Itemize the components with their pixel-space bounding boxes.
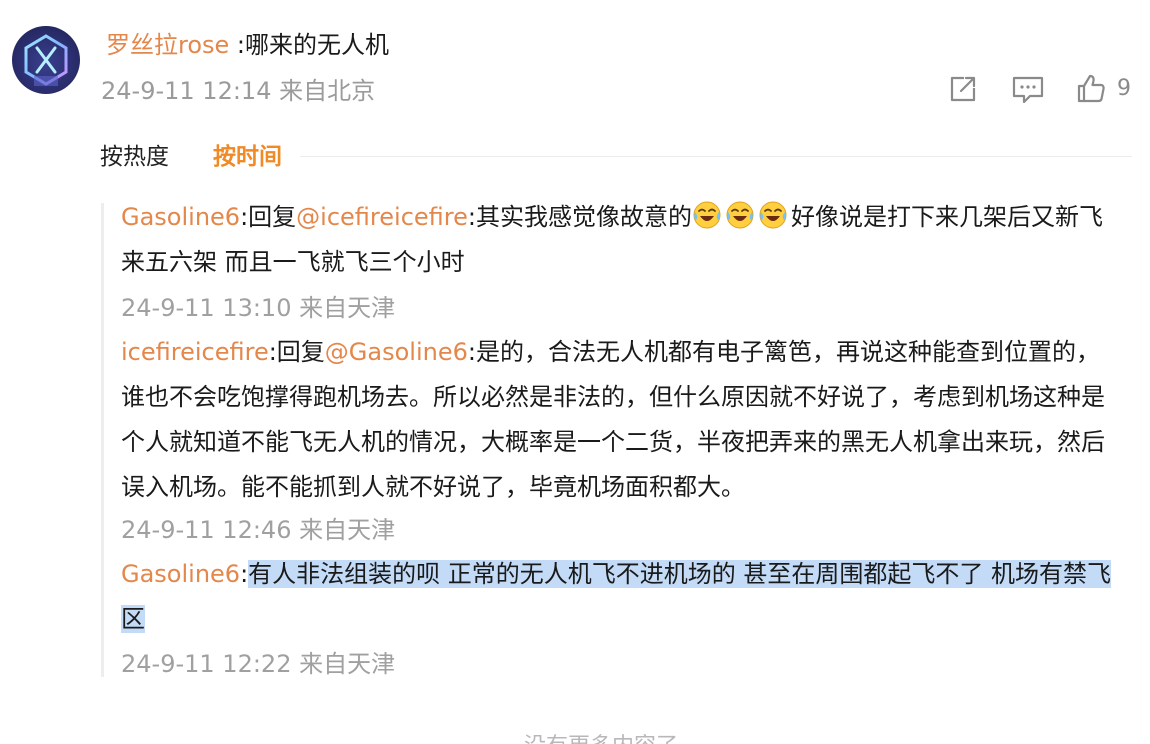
share-icon <box>950 76 976 102</box>
exo-logo-icon <box>24 34 68 86</box>
reply-timestamp: 24-9-11 12:22 <box>121 650 292 678</box>
reply-timestamp: 24-9-11 12:46 <box>121 516 292 544</box>
divider <box>300 156 1132 157</box>
tab-sort-by-time[interactable]: 按时间 <box>213 140 282 174</box>
like-button[interactable] <box>1074 70 1108 108</box>
comment-username[interactable]: 罗丝拉rose <box>106 31 229 59</box>
reply-item: Gasoline6:回复@icefireicefire:其实我感觉像故意的 好像… <box>121 195 1121 285</box>
reply-mention[interactable]: @icefireicefire <box>296 203 468 231</box>
comment-thread-page: 罗丝拉rose :哪来的无人机 24-9-11 12:14 来自北京 9 按热度… <box>0 0 1150 744</box>
top-comment: 罗丝拉rose :哪来的无人机 <box>106 28 389 62</box>
tab-sort-by-hot[interactable]: 按热度 <box>100 140 169 174</box>
comment-button[interactable] <box>1010 70 1046 108</box>
like-icon <box>1077 74 1105 103</box>
reply-colon: : <box>467 338 476 366</box>
reply-mention[interactable]: @Gasoline6 <box>325 338 468 366</box>
reply-author[interactable]: icefireicefire <box>121 338 269 366</box>
reply-item: Gasoline6:有人非法组装的呗 正常的无人机飞不进机场的 甚至在周围都起飞… <box>121 552 1121 642</box>
comment-icon <box>1012 76 1044 104</box>
like-count: 9 <box>1117 76 1131 101</box>
reply-item: icefireicefire:回复@Gasoline6:是的，合法无人机都有电子… <box>121 330 1121 510</box>
no-more-content-text: 没有更多内容了 <box>524 732 678 744</box>
laugh-cry-emoji-icon <box>759 201 787 229</box>
comment-timestamp: 24-9-11 12:14 <box>101 77 272 105</box>
reply-meta: 24-9-11 12:22 来自天津 <box>121 647 395 681</box>
reply-timestamp: 24-9-11 13:10 <box>121 294 292 322</box>
replies-left-border <box>101 203 104 677</box>
reply-text: 其实我感觉像故意的 <box>475 203 692 231</box>
laugh-cry-emoji-icon <box>693 201 721 229</box>
reply-colon: : <box>240 560 249 588</box>
reply-colon: : <box>467 203 476 231</box>
reply-meta: 24-9-11 13:10 来自天津 <box>121 291 395 325</box>
laugh-cry-emoji-icon <box>726 201 754 229</box>
comment-separator: : <box>229 31 246 59</box>
comment-location: 来自北京 <box>279 77 376 105</box>
reply-text-highlighted: 有人非法组装的呗 正常的无人机飞不进机场的 甚至在周围都起飞不了 机场有禁飞区 <box>121 560 1112 633</box>
reply-author[interactable]: Gasoline6 <box>121 560 240 588</box>
reply-meta: 24-9-11 12:46 来自天津 <box>121 513 395 547</box>
reply-location: 来自天津 <box>299 650 396 678</box>
reply-prefix: :回复 <box>268 338 325 366</box>
avatar[interactable] <box>12 26 80 94</box>
reply-prefix: :回复 <box>240 203 297 231</box>
comment-text: 哪来的无人机 <box>245 31 390 59</box>
reply-location: 来自天津 <box>299 516 396 544</box>
reply-author[interactable]: Gasoline6 <box>121 203 240 231</box>
share-button[interactable] <box>946 70 980 108</box>
reply-location: 来自天津 <box>299 294 396 322</box>
comment-meta: 24-9-11 12:14 来自北京 <box>101 74 375 108</box>
